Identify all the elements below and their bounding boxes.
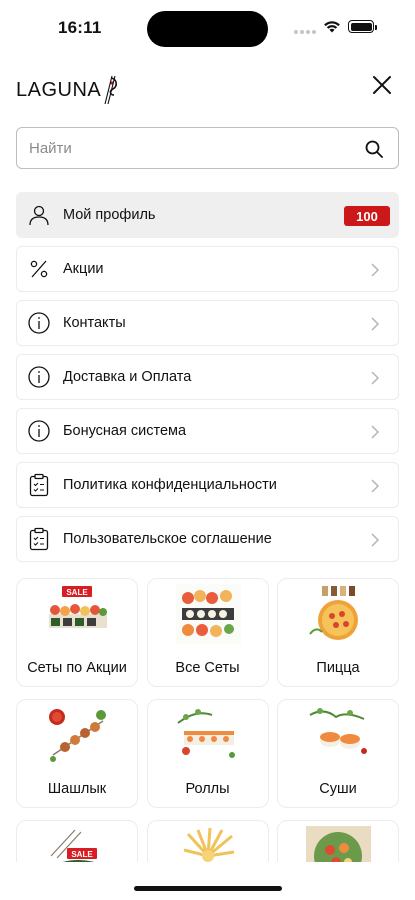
battery-icon <box>348 20 377 33</box>
chevron-right-icon <box>371 479 380 493</box>
info-icon <box>27 365 51 389</box>
category-card-rolls[interactable]: Роллы <box>146 699 269 808</box>
chevron-right-icon <box>371 425 380 439</box>
category-grid: SALE Сеты по Акции Все Сеты Пицца Шашлык… <box>16 578 399 900</box>
category-label: Сеты по Акции <box>27 660 127 676</box>
search-bar <box>16 127 399 169</box>
status-bar: 16:11 <box>0 0 415 56</box>
category-label: Суши <box>319 781 357 797</box>
chevron-right-icon <box>371 371 380 385</box>
category-card-pizza[interactable]: Пицца <box>277 578 399 687</box>
menu-item-label: Доставка и Оплата <box>63 369 192 385</box>
menu-item-privacy-policy[interactable]: Политика конфиденциальности <box>16 462 399 508</box>
category-card-all-sets[interactable]: Все Сеты <box>146 578 269 687</box>
close-icon[interactable] <box>369 72 395 98</box>
info-icon <box>27 419 51 443</box>
category-card-sushi[interactable]: Суши <box>277 699 399 808</box>
category-label: Роллы <box>185 781 230 797</box>
menu-item-contacts[interactable]: Контакты <box>16 300 399 346</box>
status-time: 16:11 <box>58 18 102 37</box>
category-label: Все Сеты <box>175 660 240 676</box>
wifi-icon <box>324 21 340 33</box>
logo-text: LAGUNA <box>16 78 102 101</box>
menu-item-delivery[interactable]: Доставка и Оплата <box>16 354 399 400</box>
user-icon <box>27 203 51 227</box>
search-input[interactable] <box>29 128 349 168</box>
menu-item-user-agreement[interactable]: Пользовательское соглашение <box>16 516 399 562</box>
sushi-image <box>309 708 367 754</box>
logo: LAGUNA <box>16 74 120 106</box>
menu-item-label: Контакты <box>63 315 126 331</box>
menu-item-label: Политика конфиденциальности <box>63 477 277 493</box>
menu-item-label: Акции <box>63 261 104 277</box>
menu-item-label: Пользовательское соглашение <box>63 531 272 547</box>
menu-item-profile[interactable]: Мой профиль 100 <box>16 192 399 238</box>
bottom-safe-area <box>0 862 415 900</box>
info-icon <box>27 311 51 335</box>
pizza-image <box>309 586 358 640</box>
chopsticks-logo-icon <box>104 75 118 105</box>
category-label: Пицца <box>316 660 360 676</box>
all-sets-image <box>175 584 241 644</box>
promo-sets-image: SALE <box>49 586 107 628</box>
clipboard-icon <box>27 527 51 551</box>
side-menu: Мой профиль 100 Акции Контакты Доставка … <box>16 192 399 570</box>
percent-icon <box>27 257 51 281</box>
promo-sale-label: SALE <box>71 850 93 859</box>
promo-sale-label: SALE <box>66 588 88 597</box>
menu-item-label: Бонусная система <box>63 423 187 439</box>
header: LAGUNA <box>0 66 415 106</box>
category-card-promo-sets[interactable]: SALE Сеты по Акции <box>16 578 138 687</box>
bonus-balance-badge: 100 <box>344 206 390 226</box>
category-label: Шашлык <box>47 781 107 797</box>
category-card-shashlik[interactable]: Шашлык <box>16 699 138 808</box>
cellular-signal-icon <box>294 30 316 34</box>
chevron-right-icon <box>371 317 380 331</box>
search-icon[interactable] <box>364 139 384 159</box>
home-indicator[interactable] <box>134 886 282 891</box>
menu-item-bonus-system[interactable]: Бонусная система <box>16 408 399 454</box>
dynamic-island <box>147 11 268 47</box>
clipboard-icon <box>27 473 51 497</box>
chevron-right-icon <box>371 533 380 547</box>
menu-item-promotions[interactable]: Акции <box>16 246 399 292</box>
shashlik-image <box>49 709 106 762</box>
menu-item-label: Мой профиль <box>63 207 156 223</box>
chevron-right-icon <box>371 263 380 277</box>
rolls-image <box>176 709 235 758</box>
